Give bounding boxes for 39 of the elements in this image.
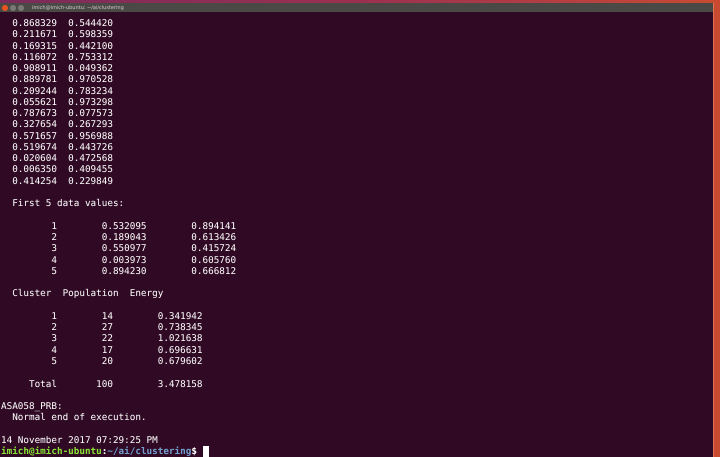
terminal-line: 0.908911 0.049362: [11, 63, 113, 74]
terminal-line: Cluster Population Energy: [11, 288, 164, 300]
prompt-separator: :: [102, 446, 108, 457]
terminal-line: 14 November 2017 07:29:25 PM: [1, 434, 158, 446]
terminal-line: 0.414254 0.229849: [11, 176, 113, 187]
prompt-path: ~/ai/clustering: [107, 446, 192, 457]
terminal-line: 4 17 0.696631: [50, 344, 202, 356]
terminal-line: 0.868329 0.544420: [11, 18, 113, 30]
terminal-line: 0.006350 0.409455: [11, 164, 113, 176]
terminal-line: 3 22 1.021638: [50, 333, 202, 345]
maximize-icon[interactable]: [18, 4, 24, 10]
terminal-line: 0.519674 0.443726: [11, 142, 113, 154]
terminal-line: 0.571657 0.956988: [11, 130, 113, 142]
terminal-line: 4 0.003973 0.605760: [50, 254, 236, 266]
terminal-line: 2 27 0.738345: [50, 322, 202, 334]
terminal-line: Normal end of execution.: [11, 412, 147, 424]
terminal-line: 0.209244 0.783234: [11, 86, 113, 97]
terminal-line: 2 0.189043 0.613426: [50, 232, 236, 244]
terminal-line: 0.327654 0.267293: [11, 119, 113, 131]
prompt-symbol: $: [191, 446, 198, 457]
terminal-line: ASA058_PRB:: [1, 401, 63, 412]
terminal-line: 3 0.550977 0.415724: [50, 243, 236, 255]
terminal-line: 0.889781 0.970528: [11, 74, 113, 86]
terminal-line: 0.169315 0.442100: [11, 40, 113, 52]
terminal-line: 5 0.894230 0.666812: [50, 266, 236, 278]
terminal-line: 0.211671 0.598359: [11, 29, 113, 41]
close-icon[interactable]: [2, 4, 8, 10]
terminal-line: 0.055621 0.973298: [11, 96, 113, 108]
terminal-line: 1 0.532095 0.894141: [50, 220, 236, 232]
terminal-line: 0.020604 0.472568: [11, 153, 113, 164]
terminal-line: 0.116072 0.753312: [11, 52, 113, 64]
prompt-user-host: imich@imich-ubuntu: [1, 446, 102, 457]
terminal-line: 5 20 0.679602: [50, 356, 202, 368]
terminal-line: 1 14 0.341942: [50, 310, 202, 322]
terminal-line: 0.787673 0.077573: [11, 108, 113, 120]
terminal-line: Total 100 3.478158: [28, 378, 202, 390]
text-cursor: [202, 446, 209, 457]
terminal-line: First 5 data values:: [11, 198, 124, 210]
minimize-icon[interactable]: [10, 4, 16, 10]
